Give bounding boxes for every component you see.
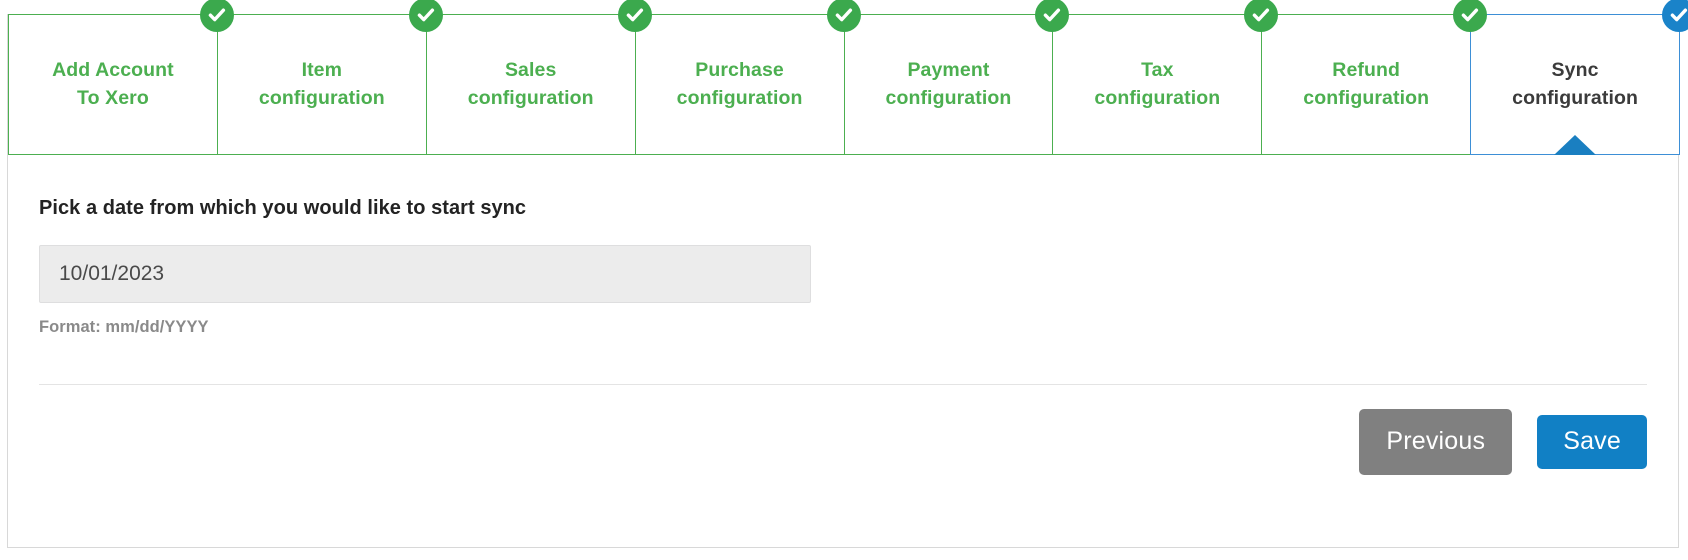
wizard-steps: Add Account To Xero Item configuration S…: [8, 0, 1688, 155]
wizard-step-label: Sync configuration: [1512, 58, 1638, 109]
sync-configuration-panel: Pick a date from which you would like to…: [8, 155, 1678, 547]
active-step-pointer-icon: [1554, 135, 1597, 155]
page-root: Add Account To Xero Item configuration S…: [0, 0, 1688, 560]
wizard-step-add-account-to-xero[interactable]: Add Account To Xero: [8, 0, 234, 155]
wizard-step-sync-configuration[interactable]: Sync configuration: [1470, 0, 1688, 155]
panel-divider: [39, 384, 1647, 385]
check-icon: [408, 0, 443, 32]
check-icon: [826, 0, 861, 32]
wizard-step-label: Refund configuration: [1303, 58, 1430, 109]
wizard-step-refund-configuration[interactable]: Refund configuration: [1261, 0, 1488, 155]
wizard-step-label: Add Account To Xero: [52, 58, 174, 109]
wizard-step-sales-configuration[interactable]: Sales configuration: [425, 0, 652, 155]
panel-actions: Previous Save: [1359, 409, 1647, 475]
sync-start-date-input[interactable]: [39, 245, 811, 303]
wizard-step-label: Sales configuration: [467, 58, 594, 109]
wizard-step-payment-configuration[interactable]: Payment configuration: [843, 0, 1070, 155]
wizard-step-label: Item configuration: [258, 58, 385, 109]
date-field-label: Pick a date from which you would like to…: [39, 197, 527, 219]
wizard-step-label: Purchase configuration: [676, 58, 803, 109]
wizard-step-item-configuration[interactable]: Item configuration: [216, 0, 443, 155]
wizard-step-label: Tax configuration: [1094, 58, 1221, 109]
check-icon: [617, 0, 652, 32]
previous-button[interactable]: Previous: [1359, 409, 1513, 475]
wizard-step-label: Payment configuration: [885, 58, 1012, 109]
wizard-card: Add Account To Xero Item configuration S…: [7, 0, 1688, 548]
wizard-step-tax-configuration[interactable]: Tax configuration: [1052, 0, 1279, 155]
check-icon: [199, 0, 234, 32]
save-button[interactable]: Save: [1537, 415, 1647, 469]
date-format-hint: Format: mm/dd/YYYY: [39, 318, 209, 336]
wizard-step-purchase-configuration[interactable]: Purchase configuration: [634, 0, 861, 155]
check-icon: [1662, 0, 1688, 32]
